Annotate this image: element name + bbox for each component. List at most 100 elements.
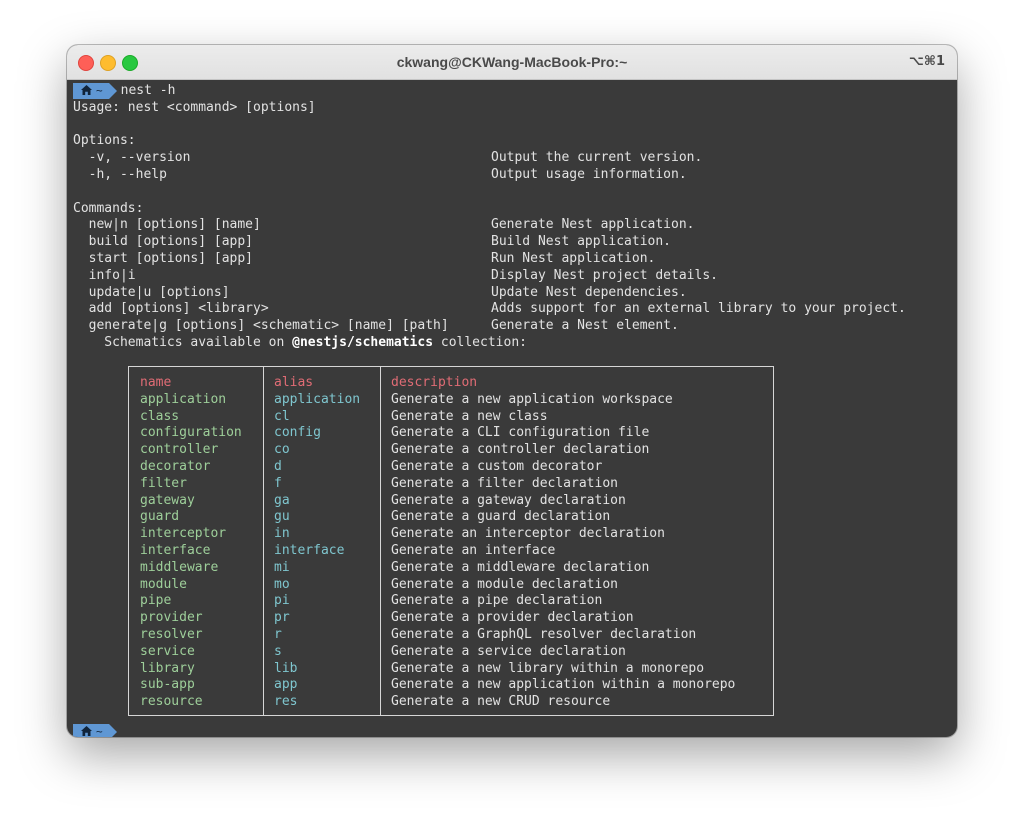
command-row: add [options] <library> Adds support for …	[73, 301, 957, 318]
table-row: class cl Generate a new class	[129, 409, 773, 426]
schematic-description: Generate a filter declaration	[391, 475, 618, 491]
schematic-name: provider	[140, 610, 203, 626]
table-row: provider pr Generate a provider declaratio…	[129, 610, 773, 627]
schematic-description: Generate a CLI configuration file	[391, 425, 650, 441]
schematic-name: library	[140, 660, 195, 676]
schematic-description: Generate a new CRUD resource	[391, 694, 611, 710]
schematic-alias: co	[274, 442, 290, 458]
schematic-alias: d	[274, 459, 282, 474]
schematic-name: sub-app	[140, 677, 195, 693]
schematic-alias: lib	[274, 660, 298, 676]
schematic-description: Generate a provider declaration	[391, 610, 634, 626]
table-row: sub-app app Generate a new application wit…	[129, 677, 773, 694]
schematics-suffix: collection:	[433, 334, 527, 350]
options-heading: Options:	[73, 133, 136, 149]
table-row: library lib Generate a new library within …	[129, 661, 773, 678]
schematic-alias: f	[274, 475, 282, 491]
prompt-badge: ~	[73, 724, 117, 737]
table-row: resolver r Generate a GraphQL resolver dec…	[129, 627, 773, 644]
schematic-alias: res	[274, 694, 298, 710]
schematic-description: Generate a new library within a monorepo	[391, 660, 705, 676]
command-description: Display Nest project details.	[491, 267, 718, 283]
command-description: Adds support for an external library to …	[491, 301, 906, 317]
schematic-description: Generate a custom decorator	[391, 459, 603, 474]
prompt-line-empty[interactable]: ~	[73, 724, 121, 737]
schematics-prefix: Schematics available on	[73, 334, 293, 350]
command-row: new|n [options] [name] Generate Nest appl…	[73, 217, 957, 234]
usage-line: Usage: nest <command> [options]	[73, 99, 316, 115]
option-flag: -v, --version	[73, 150, 191, 166]
schematic-alias: pi	[274, 593, 290, 609]
schematic-description: Generate a GraphQL resolver declaration	[391, 627, 697, 642]
home-icon	[81, 85, 92, 95]
options-list: -v, --version Output the current version.…	[73, 150, 957, 184]
prompt-path: ~	[96, 725, 103, 737]
command-usage: new|n [options] [name]	[73, 217, 261, 233]
schematic-name: filter	[140, 475, 187, 491]
command-row: info|i Display Nest project details.	[73, 268, 957, 285]
option-flag: -h, --help	[73, 166, 167, 182]
schematic-name: gateway	[140, 492, 195, 508]
schematic-alias: gu	[274, 509, 290, 525]
schematic-alias: cl	[274, 408, 290, 424]
commands-heading: Commands:	[73, 200, 144, 216]
command-description: Build Nest application.	[491, 234, 672, 250]
schematic-name: controller	[140, 442, 219, 458]
table-row: pipe pi Generate a pipe declaration	[129, 593, 773, 610]
table-row: gateway ga Generate a gateway declaration	[129, 493, 773, 510]
command-usage: generate|g [options] <schematic> [name] …	[73, 318, 449, 334]
schematic-alias: pr	[274, 610, 290, 626]
schematic-alias: mi	[274, 559, 290, 575]
command-row: build [options] [app] Build Nest applicat…	[73, 234, 957, 251]
schematic-alias: application	[274, 391, 361, 407]
schematic-name: configuration	[140, 425, 242, 441]
commands-list: new|n [options] [name] Generate Nest appl…	[73, 217, 957, 335]
schematic-alias: interface	[274, 543, 345, 558]
option-row: -v, --version Output the current version.	[73, 150, 957, 167]
command-description: Run Nest application.	[491, 250, 656, 266]
schematic-alias: config	[274, 425, 321, 441]
prompt-path: ~	[96, 84, 103, 97]
option-description: Output usage information.	[491, 166, 687, 182]
command-description: Update Nest dependencies.	[491, 284, 687, 300]
command-usage: start [options] [app]	[73, 250, 254, 266]
table-row: interceptor in Generate an interceptor dec…	[129, 526, 773, 543]
schematic-alias: app	[274, 677, 298, 693]
table-header-row: name alias description	[129, 375, 773, 392]
schematic-name: service	[140, 643, 195, 659]
schematic-name: resource	[140, 694, 203, 710]
command-usage: info|i	[73, 267, 136, 283]
schematic-alias: r	[274, 627, 282, 642]
schematic-name: application	[140, 391, 227, 407]
command-usage: add [options] <library>	[73, 301, 269, 317]
schematic-alias: in	[274, 526, 290, 542]
header-name: name	[140, 375, 172, 390]
schematic-description: Generate a new application within a mono…	[391, 677, 736, 693]
schematic-name: interceptor	[140, 526, 227, 542]
schematic-name: guard	[140, 509, 180, 525]
schematic-name: middleware	[140, 559, 219, 575]
terminal-window: ckwang@CKWang-MacBook-Pro:~ ⌥⌘1 ~ nest -h…	[67, 45, 957, 737]
table-row: interface interface Generate an interface	[129, 543, 773, 560]
schematic-description: Generate a pipe declaration	[391, 593, 603, 609]
window-title: ckwang@CKWang-MacBook-Pro:~	[396, 54, 628, 70]
option-row: -h, --help Output usage information.	[73, 167, 957, 184]
prompt-line: ~ nest -h	[73, 83, 957, 100]
command-row: update|u [options] Update Nest dependenci…	[73, 285, 957, 302]
schematic-description: Generate a new class	[391, 408, 548, 424]
table-row: application application Generate a new app…	[129, 392, 773, 409]
title-bar[interactable]: ckwang@CKWang-MacBook-Pro:~ ⌥⌘1	[67, 45, 957, 80]
window-shortcut: ⌥⌘1	[908, 54, 945, 69]
header-description: description	[391, 375, 478, 390]
command-usage: build [options] [app]	[73, 234, 254, 250]
terminal-output[interactable]: ~ nest -h Usage: nest <command> [options]…	[73, 83, 957, 737]
schematic-description: Generate a controller declaration	[391, 442, 650, 458]
schematics-collection: @nestjs/schematics	[292, 334, 434, 350]
command-row: generate|g [options] <schematic> [name] …	[73, 318, 957, 335]
prompt-command: nest -h	[120, 83, 176, 98]
schematic-description: Generate a gateway declaration	[391, 492, 626, 508]
schematic-name: resolver	[140, 627, 203, 642]
table-row: middleware mi Generate a middleware declar…	[129, 560, 773, 577]
home-icon	[81, 726, 92, 736]
